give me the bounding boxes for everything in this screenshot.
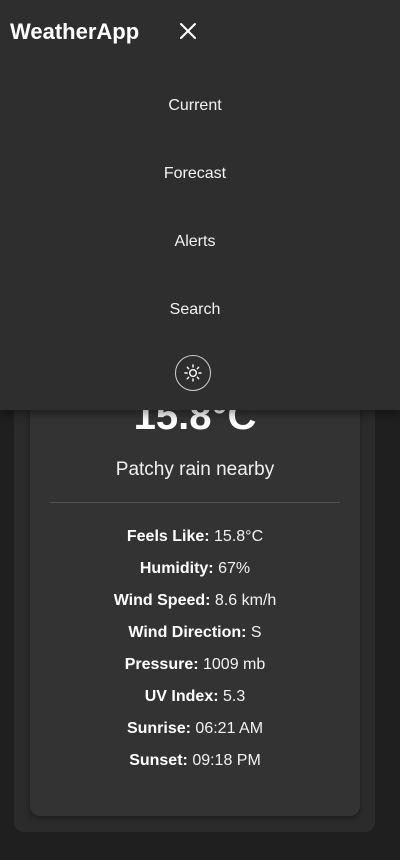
card-divider <box>50 502 340 503</box>
weather-details-list: Feels Like: 15.8°C Humidity: 67% Wind Sp… <box>0 525 390 781</box>
nav-item-current[interactable]: Current <box>0 90 390 158</box>
detail-label: Wind Speed: <box>113 592 211 609</box>
detail-sunrise: Sunrise: 06:21 AM <box>0 717 390 749</box>
detail-value: S <box>250 624 262 641</box>
detail-label: Wind Direction: <box>128 624 247 641</box>
nav-list: Current Forecast Alerts Search <box>0 90 390 362</box>
detail-value: 67% <box>218 560 251 577</box>
nav-item-forecast[interactable]: Forecast <box>0 158 390 226</box>
detail-value: 1009 mb <box>203 656 266 673</box>
detail-sunset: Sunset: 09:18 PM <box>0 749 390 781</box>
detail-pressure: Pressure: 1009 mb <box>0 653 390 685</box>
sun-icon <box>184 364 202 382</box>
detail-value: 06:21 AM <box>195 720 264 737</box>
detail-label: Sunrise: <box>126 720 191 737</box>
weather-condition: Patchy rain nearby <box>115 459 275 480</box>
theme-toggle-button[interactable] <box>175 355 211 391</box>
close-icon <box>180 23 196 39</box>
detail-wind-speed: Wind Speed: 8.6 km/h <box>0 589 390 621</box>
detail-label: Sunset: <box>129 752 188 769</box>
detail-uv-index: UV Index: 5.3 <box>0 685 390 717</box>
app-title[interactable]: WeatherApp <box>10 18 139 46</box>
detail-label: Feels Like: <box>126 528 210 545</box>
detail-value: 09:18 PM <box>192 752 261 769</box>
detail-label: Humidity: <box>139 560 214 577</box>
close-menu-button[interactable] <box>174 17 202 45</box>
nav-item-alerts[interactable]: Alerts <box>0 226 390 294</box>
detail-value: 5.3 <box>223 688 246 705</box>
navigation-menu: WeatherApp Current Forecast Alerts Searc… <box>0 0 400 410</box>
detail-humidity: Humidity: 67% <box>0 557 390 589</box>
detail-feels-like: Feels Like: 15.8°C <box>0 525 390 557</box>
detail-label: UV Index: <box>144 688 219 705</box>
nav-item-search[interactable]: Search <box>0 294 390 362</box>
detail-label: Pressure: <box>124 656 199 673</box>
detail-value: 15.8°C <box>214 528 264 545</box>
detail-wind-direction: Wind Direction: S <box>0 621 390 653</box>
detail-value: 8.6 km/h <box>214 592 277 609</box>
